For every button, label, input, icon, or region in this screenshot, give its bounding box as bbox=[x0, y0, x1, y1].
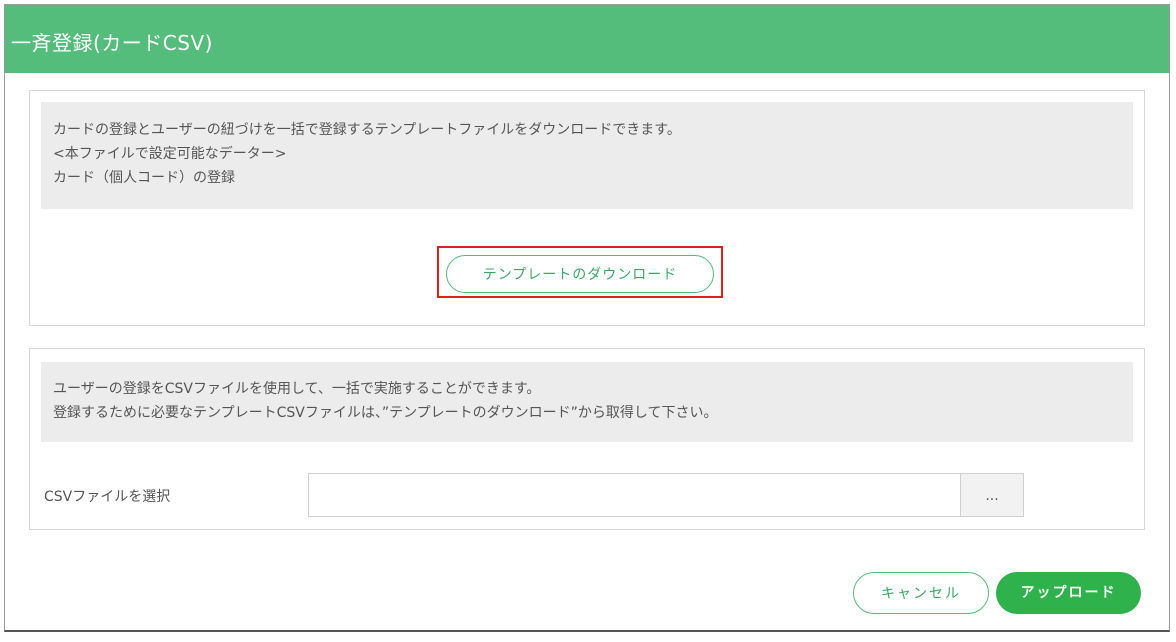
template-info-line: <本ファイルで設定可能なデーター> bbox=[53, 146, 287, 162]
dialog-header: 一斉登録(カードCSV) bbox=[5, 5, 1169, 73]
browse-file-button[interactable]: ... bbox=[960, 473, 1024, 517]
csv-upload-panel: ユーザーの登録をCSVファイルを使用して、一括で実施することができます。 登録す… bbox=[29, 348, 1145, 530]
template-download-panel: カードの登録とユーザーの紐づけを一括で登録するテンプレートファイルをダウンロード… bbox=[29, 90, 1145, 326]
cancel-button[interactable]: キャンセル bbox=[853, 572, 989, 614]
template-info-box: カードの登録とユーザーの紐づけを一括で登録するテンプレートファイルをダウンロード… bbox=[41, 102, 1133, 209]
upload-info-line: ユーザーの登録をCSVファイルを使用して、一括で実施することができます。 bbox=[53, 381, 541, 397]
template-info-line: カード（個人コード）の登録 bbox=[53, 170, 235, 186]
template-info-line: カードの登録とユーザーの紐づけを一括で登録するテンプレートファイルをダウンロード… bbox=[53, 122, 681, 138]
upload-info-box: ユーザーの登録をCSVファイルを使用して、一括で実施することができます。 登録す… bbox=[41, 362, 1133, 442]
dialog-title: 一斉登録(カードCSV) bbox=[11, 31, 213, 55]
template-download-button[interactable]: テンプレートのダウンロード bbox=[446, 255, 714, 293]
csv-file-path-field[interactable] bbox=[308, 473, 962, 517]
upload-button[interactable]: アップロード bbox=[996, 572, 1141, 614]
csv-file-label: CSVファイルを選択 bbox=[44, 489, 171, 505]
upload-info-line: 登録するために必要なテンプレートCSVファイルは、”テンプレートのダウンロード”… bbox=[53, 405, 718, 421]
csv-bulk-register-dialog: 一斉登録(カードCSV) カードの登録とユーザーの紐づけを一括で登録するテンプレ… bbox=[4, 4, 1170, 632]
